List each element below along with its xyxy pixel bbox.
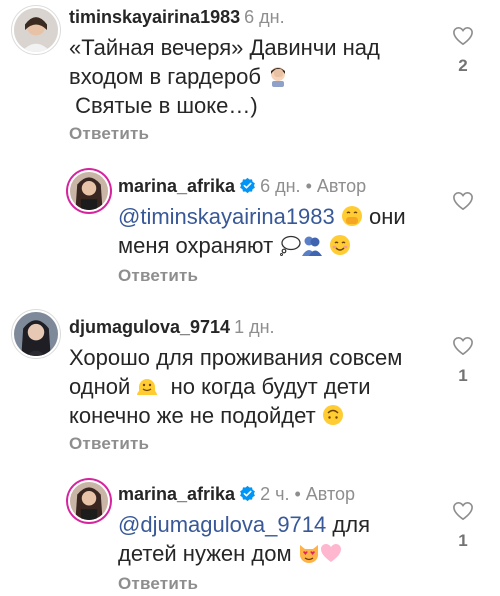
comment-line-text: входом в гардероб xyxy=(69,64,261,89)
comment-header: timinskayairina1983 6 дн. xyxy=(69,6,285,28)
author-label: • Автор xyxy=(305,176,367,196)
comment-line-text: для xyxy=(332,512,370,537)
woman-facepalming-emoji-icon xyxy=(267,65,289,87)
heart-outline-icon xyxy=(453,26,473,46)
reply-button[interactable]: Ответить xyxy=(118,574,198,594)
comment-line: Святые в шоке…) xyxy=(69,93,258,118)
comment-text: @djumagulova_9714 для детей нужен дом xyxy=(118,510,448,568)
avatar[interactable] xyxy=(12,310,60,358)
comment-line: детей нужен дом xyxy=(118,539,448,568)
comment-text: @timinskayairina1983 они меня охраняют xyxy=(118,202,448,260)
comment-line-text: но когда будут дети xyxy=(170,374,371,399)
comment-line: одной но когда будут дети xyxy=(69,372,449,401)
smiling-face-emoji-icon xyxy=(329,234,351,256)
timestamp: 6 дн. xyxy=(244,7,285,27)
timestamp: 1 дн. xyxy=(234,317,275,337)
people-hugging-emoji-icon xyxy=(301,234,323,256)
timestamp: 2 ч. xyxy=(260,484,290,504)
like-button[interactable]: 1 xyxy=(446,501,480,551)
reply-button[interactable]: Ответить xyxy=(69,434,149,454)
comment-line: @djumagulova_9714 для xyxy=(118,510,448,539)
avatar[interactable] xyxy=(12,6,60,54)
username[interactable]: marina_afrika xyxy=(118,484,235,504)
comment-line: конечно же не подойдет xyxy=(69,401,449,430)
comment-text: «Тайная вечеря» Давинчи над входом в гар… xyxy=(69,33,449,120)
like-button[interactable] xyxy=(446,191,480,221)
reply-button[interactable]: Ответить xyxy=(69,124,149,144)
comment-line-text: одной xyxy=(69,374,131,399)
username[interactable]: timinskayairina1983 xyxy=(69,7,240,27)
like-count: 2 xyxy=(458,56,468,75)
mention-link[interactable]: @djumagulova_9714 xyxy=(118,512,326,537)
comment-header: marina_afrika 6 дн. • Автор xyxy=(118,175,366,197)
comment-line: меня охраняют xyxy=(118,231,448,260)
comment-header: djumagulova_9714 1 дн. xyxy=(69,316,275,338)
comment-line-text: они xyxy=(369,204,406,229)
verified-badge-icon xyxy=(239,485,256,502)
heart-outline-icon xyxy=(453,191,473,211)
upside-down-face-emoji-icon xyxy=(322,404,344,426)
comment-line-text: конечно же не подойдет xyxy=(69,403,316,428)
author-label: • Автор xyxy=(294,484,356,504)
mention-link[interactable]: @timinskayairina1983 xyxy=(118,204,335,229)
comment-timinskayairina1983: timinskayairina1983 6 дн. «Тайная вечеря»… xyxy=(0,0,500,150)
like-button[interactable]: 2 xyxy=(446,26,480,76)
avatar[interactable] xyxy=(68,480,110,522)
comment-line: входом в гардероб xyxy=(69,62,449,91)
verified-badge-icon xyxy=(239,177,256,194)
comment-line-text: меня охраняют xyxy=(118,233,274,258)
like-count: 1 xyxy=(458,531,468,550)
comment-djumagulova-9714: djumagulova_9714 1 дн. Хорошо для прожива… xyxy=(0,300,500,460)
avatar[interactable] xyxy=(68,170,110,212)
timestamp: 6 дн. xyxy=(260,176,301,196)
pink-heart-emoji-icon xyxy=(320,542,342,564)
heart-outline-icon xyxy=(453,336,473,356)
comment-header: marina_afrika 2 ч. • Автор xyxy=(118,483,355,505)
heart-outline-icon xyxy=(453,501,473,521)
comment-line: @timinskayairina1983 они xyxy=(118,202,448,231)
thought-balloon-emoji-icon xyxy=(279,234,301,256)
username[interactable]: djumagulova_9714 xyxy=(69,317,230,337)
comment-text: Хорошо для проживания совсем одной но ко… xyxy=(69,343,449,430)
comment-line: Хорошо для проживания совсем xyxy=(69,345,403,370)
comment-marina-afrika-reply-1: marina_afrika 6 дн. • Автор @timinskayair… xyxy=(0,160,500,290)
like-count: 1 xyxy=(458,366,468,385)
username[interactable]: marina_afrika xyxy=(118,176,235,196)
comment-marina-afrika-reply-2: marina_afrika 2 ч. • Автор @djumagulova_9… xyxy=(0,470,500,596)
melting-face-emoji-icon xyxy=(136,375,158,397)
like-button[interactable]: 1 xyxy=(446,336,480,386)
face-with-hand-over-mouth-emoji-icon xyxy=(341,205,363,227)
comment-line-text: детей нужен дом xyxy=(118,541,292,566)
reply-button[interactable]: Ответить xyxy=(118,266,198,286)
heart-eyes-cat-emoji-icon xyxy=(298,542,320,564)
comment-line: «Тайная вечеря» Давинчи над xyxy=(69,35,380,60)
